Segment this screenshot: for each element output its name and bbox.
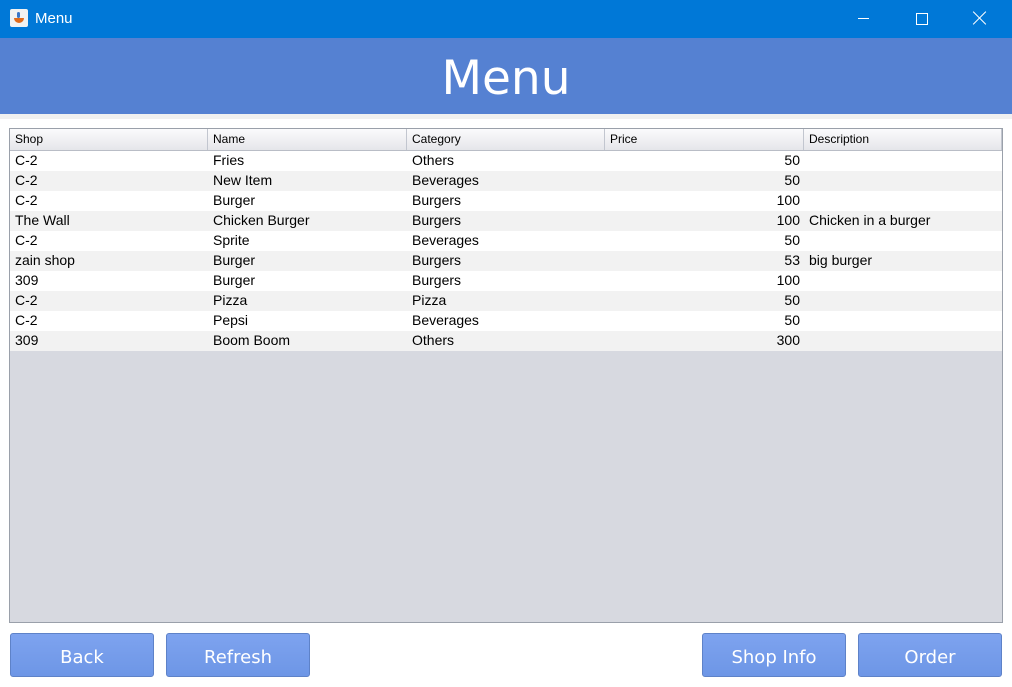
table-row[interactable]: C-2 Sprite Beverages 50 bbox=[10, 231, 1002, 251]
column-header-category[interactable]: Category bbox=[407, 129, 605, 150]
order-button[interactable]: Order bbox=[858, 633, 1002, 677]
cell-shop[interactable]: C-2 bbox=[10, 231, 208, 251]
cell-category[interactable]: Beverages bbox=[407, 231, 605, 251]
cell-price[interactable]: 50 bbox=[605, 151, 804, 171]
cell-shop[interactable]: C-2 bbox=[10, 151, 208, 171]
minimize-icon bbox=[858, 18, 869, 19]
cell-category[interactable]: Beverages bbox=[407, 311, 605, 331]
column-header-description[interactable]: Description bbox=[804, 129, 1002, 150]
column-header-name[interactable]: Name bbox=[208, 129, 407, 150]
cell-name[interactable]: Chicken Burger bbox=[208, 211, 407, 231]
cell-category[interactable]: Others bbox=[407, 331, 605, 351]
shop-info-button[interactable]: Shop Info bbox=[702, 633, 846, 677]
cell-price[interactable]: 50 bbox=[605, 311, 804, 331]
table-row[interactable]: zain shop Burger Burgers 53 big burger bbox=[10, 251, 1002, 271]
table-row[interactable]: 309 Burger Burgers 100 bbox=[10, 271, 1002, 291]
window-titlebar: Menu bbox=[0, 0, 1012, 38]
cell-shop[interactable]: The Wall bbox=[10, 211, 208, 231]
cell-description[interactable] bbox=[804, 311, 1002, 331]
cell-category[interactable]: Pizza bbox=[407, 291, 605, 311]
cell-description[interactable] bbox=[804, 191, 1002, 211]
column-header-price[interactable]: Price bbox=[605, 129, 804, 150]
cell-category[interactable]: Others bbox=[407, 151, 605, 171]
cell-description[interactable] bbox=[804, 291, 1002, 311]
cell-shop[interactable]: 309 bbox=[10, 331, 208, 351]
cell-price[interactable]: 50 bbox=[605, 231, 804, 251]
maximize-icon bbox=[916, 13, 928, 25]
page-title: Menu bbox=[441, 51, 571, 106]
cell-name[interactable]: Boom Boom bbox=[208, 331, 407, 351]
refresh-button[interactable]: Refresh bbox=[166, 633, 310, 677]
cell-name[interactable]: Sprite bbox=[208, 231, 407, 251]
menu-table: Shop Name Category Price Description C-2… bbox=[9, 128, 1003, 623]
cell-description[interactable]: big burger bbox=[804, 251, 1002, 271]
cell-price[interactable]: 53 bbox=[605, 251, 804, 271]
close-icon bbox=[972, 10, 988, 26]
cell-price[interactable]: 50 bbox=[605, 291, 804, 311]
table-row[interactable]: C-2 New Item Beverages 50 bbox=[10, 171, 1002, 191]
cell-shop[interactable]: C-2 bbox=[10, 171, 208, 191]
java-cup-icon bbox=[10, 9, 28, 27]
cell-name[interactable]: Pepsi bbox=[208, 311, 407, 331]
cell-description[interactable]: Chicken in a burger bbox=[804, 211, 1002, 231]
window-title: Menu bbox=[35, 10, 73, 27]
cell-shop[interactable]: C-2 bbox=[10, 311, 208, 331]
cell-description[interactable] bbox=[804, 171, 1002, 191]
cell-description[interactable] bbox=[804, 331, 1002, 351]
cell-category[interactable]: Burgers bbox=[407, 251, 605, 271]
cell-shop[interactable]: C-2 bbox=[10, 191, 208, 211]
cell-description[interactable] bbox=[804, 271, 1002, 291]
maximize-button[interactable] bbox=[893, 0, 951, 38]
cell-name[interactable]: Burger bbox=[208, 251, 407, 271]
cell-category[interactable]: Burgers bbox=[407, 271, 605, 291]
cell-shop[interactable]: 309 bbox=[10, 271, 208, 291]
cell-name[interactable]: Fries bbox=[208, 151, 407, 171]
close-button[interactable] bbox=[952, 0, 1010, 38]
column-header-shop[interactable]: Shop bbox=[10, 129, 208, 150]
cell-name[interactable]: Burger bbox=[208, 191, 407, 211]
table-row[interactable]: C-2 Pepsi Beverages 50 bbox=[10, 311, 1002, 331]
table-body: C-2 Fries Others 50 C-2 New Item Beverages 50 C-… bbox=[10, 151, 1002, 351]
cell-price[interactable]: 100 bbox=[605, 271, 804, 291]
cell-price[interactable]: 100 bbox=[605, 211, 804, 231]
table-row[interactable]: 309 Boom Boom Others 300 bbox=[10, 331, 1002, 351]
cell-name[interactable]: New Item bbox=[208, 171, 407, 191]
cell-description[interactable] bbox=[804, 151, 1002, 171]
cell-name[interactable]: Burger bbox=[208, 271, 407, 291]
cell-category[interactable]: Burgers bbox=[407, 191, 605, 211]
cell-name[interactable]: Pizza bbox=[208, 291, 407, 311]
cell-shop[interactable]: C-2 bbox=[10, 291, 208, 311]
cell-category[interactable]: Beverages bbox=[407, 171, 605, 191]
cell-price[interactable]: 50 bbox=[605, 171, 804, 191]
cell-shop[interactable]: zain shop bbox=[10, 251, 208, 271]
header-divider bbox=[0, 114, 1012, 119]
table-row[interactable]: The Wall Chicken Burger Burgers 100 Chicken … bbox=[10, 211, 1002, 231]
cell-category[interactable]: Burgers bbox=[407, 211, 605, 231]
cell-price[interactable]: 300 bbox=[605, 331, 804, 351]
back-button[interactable]: Back bbox=[10, 633, 154, 677]
cell-price[interactable]: 100 bbox=[605, 191, 804, 211]
cell-description[interactable] bbox=[804, 231, 1002, 251]
table-row[interactable]: C-2 Pizza Pizza 50 bbox=[10, 291, 1002, 311]
minimize-button[interactable] bbox=[834, 0, 892, 38]
table-row[interactable]: C-2 Burger Burgers 100 bbox=[10, 191, 1002, 211]
table-row[interactable]: C-2 Fries Others 50 bbox=[10, 151, 1002, 171]
table-header: Shop Name Category Price Description bbox=[10, 129, 1002, 151]
